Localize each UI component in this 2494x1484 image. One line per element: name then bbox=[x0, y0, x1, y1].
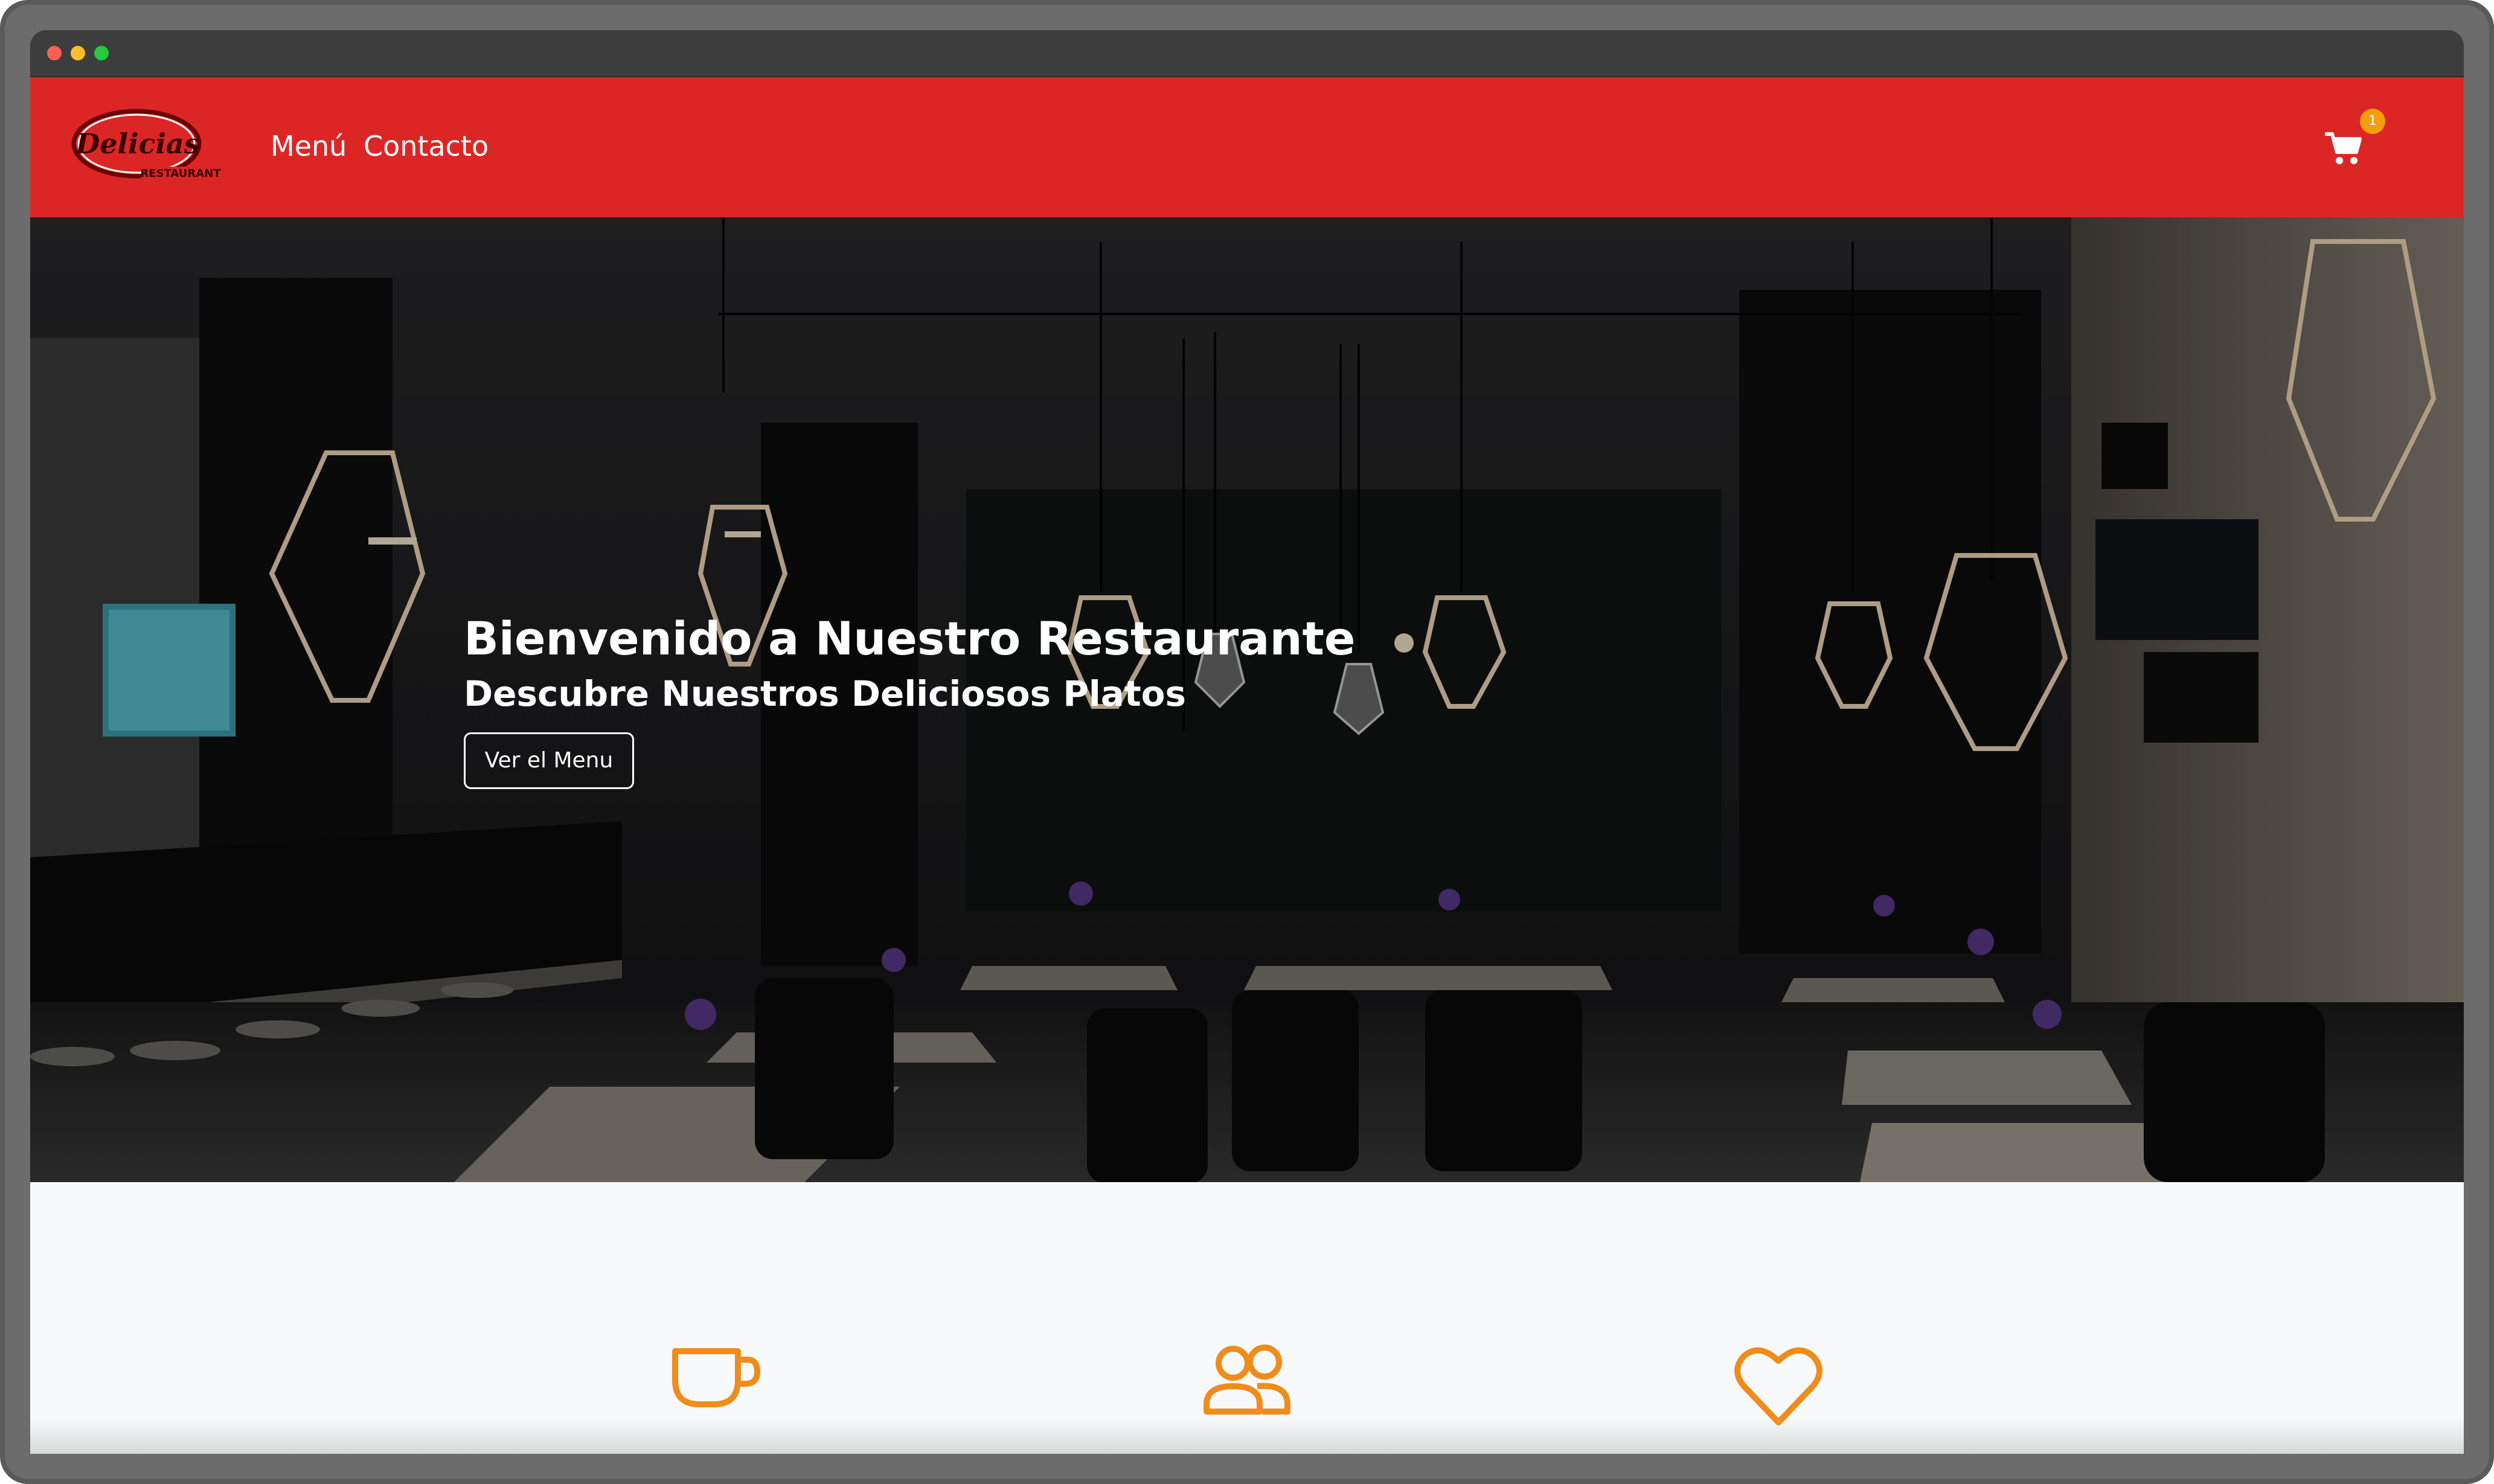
logo-text: Delicias bbox=[74, 127, 199, 160]
cart-count-badge: 1 bbox=[2360, 109, 2385, 134]
nav-link-menu[interactable]: Menú bbox=[271, 128, 347, 164]
browser-viewport: Delicias RESTAURANT Menú Contacto 1 Bien… bbox=[30, 77, 2464, 1454]
hero-section: Bienvenido a Nuestro Restaurante Descubr… bbox=[30, 217, 2464, 1182]
features-section bbox=[30, 1182, 2464, 1454]
restaurant-logo[interactable]: Delicias RESTAURANT bbox=[70, 106, 221, 187]
zoom-window-button[interactable] bbox=[94, 46, 109, 60]
users-icon bbox=[1204, 1345, 1290, 1415]
logo-subtext: RESTAURANT bbox=[140, 167, 221, 180]
view-menu-button[interactable]: Ver el Menu bbox=[464, 732, 634, 789]
browser-titlebar bbox=[30, 30, 2464, 77]
minimize-window-button[interactable] bbox=[71, 46, 85, 60]
close-window-button[interactable] bbox=[47, 46, 62, 60]
hero-subtitle: Descubre Nuestros Deliciosos Platos bbox=[464, 673, 1186, 714]
nav-link-contact[interactable]: Contacto bbox=[364, 128, 489, 164]
section-bottom-shadow bbox=[30, 1418, 2464, 1454]
hero-title: Bienvenido a Nuestro Restaurante bbox=[464, 612, 1356, 665]
restaurant-interior-image bbox=[30, 217, 2464, 1182]
navbar: Delicias RESTAURANT Menú Contacto 1 bbox=[30, 77, 2464, 217]
heart-icon bbox=[1734, 1347, 1822, 1425]
cart-icon[interactable] bbox=[2325, 128, 2364, 167]
coffee-cup-icon bbox=[672, 1348, 760, 1407]
